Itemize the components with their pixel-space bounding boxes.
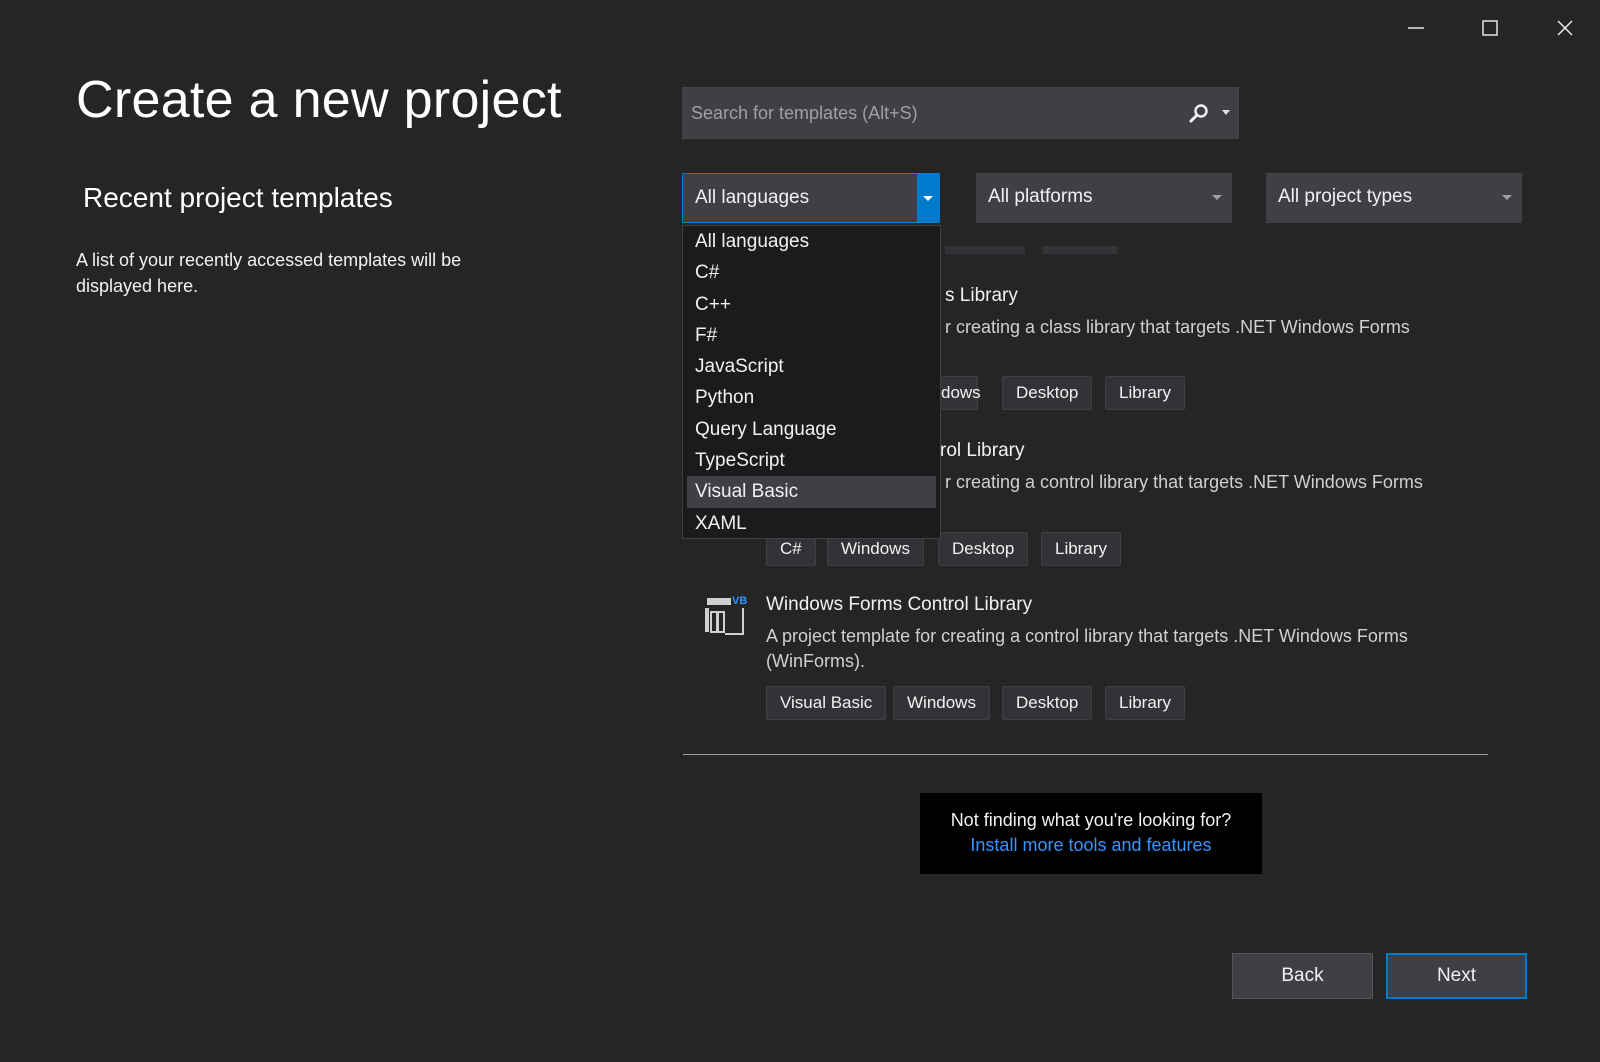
tag: Desktop: [1002, 376, 1093, 410]
windows-forms-vb-library-icon: VB: [705, 595, 747, 635]
tag: Windows: [893, 686, 990, 720]
recent-templates-description: A list of your recently accessed templat…: [76, 250, 462, 296]
close-button[interactable]: [1547, 14, 1583, 42]
back-button[interactable]: Back: [1232, 953, 1373, 999]
language-option[interactable]: C#: [687, 257, 936, 288]
template-description-cont: (WinForms).: [766, 651, 865, 671]
language-filter-select[interactable]: All languages: [682, 173, 940, 223]
template-description: r creating a class library that targets …: [945, 317, 1410, 337]
template-title[interactable]: s Library: [945, 285, 1018, 307]
tag: [1042, 246, 1118, 254]
template-title[interactable]: rol Library: [940, 440, 1024, 462]
tag: Visual Basic: [766, 686, 887, 720]
search-icon[interactable]: [1188, 102, 1210, 124]
language-filter-arrow[interactable]: [917, 174, 939, 222]
page-title: Create a new project: [76, 71, 562, 129]
language-option[interactable]: XAML: [687, 508, 936, 539]
template-title[interactable]: Windows Forms Control Library: [766, 594, 1032, 616]
tag: Desktop: [938, 532, 1029, 566]
template-description: A project template for creating a contro…: [766, 626, 1408, 646]
language-dropdown-list: All languages C# C++ F# JavaScript Pytho…: [682, 225, 941, 539]
not-finding-panel: Not finding what you're looking for? Ins…: [920, 793, 1262, 874]
project-type-filter-select[interactable]: All project types: [1266, 173, 1522, 223]
chevron-down-icon: [1212, 195, 1222, 200]
tag: Desktop: [1002, 686, 1093, 720]
language-option[interactable]: All languages: [687, 226, 936, 257]
template-search-input[interactable]: [683, 88, 1173, 138]
search-options-chevron-icon[interactable]: [1222, 110, 1230, 115]
not-finding-question: Not finding what you're looking for?: [950, 810, 1232, 830]
minimize-icon: [1408, 27, 1424, 29]
language-option[interactable]: F#: [687, 320, 936, 351]
tag: [945, 246, 1025, 254]
platform-filter-value: All platforms: [988, 186, 1093, 207]
maximize-icon: [1482, 20, 1498, 36]
platform-filter-select[interactable]: All platforms: [976, 173, 1232, 223]
template-search-box: [682, 87, 1239, 139]
next-button[interactable]: Next: [1386, 953, 1527, 999]
recent-templates-heading: Recent project templates: [83, 182, 393, 213]
tag: dows: [941, 376, 981, 410]
language-filter-value: All languages: [695, 187, 810, 208]
vb-badge: VB: [732, 595, 747, 607]
tag: Library: [1041, 532, 1121, 566]
close-icon: [1557, 20, 1573, 36]
project-type-filter-value: All project types: [1278, 186, 1413, 207]
divider: [683, 754, 1488, 755]
tag: Library: [1105, 686, 1185, 720]
language-option-highlighted[interactable]: Visual Basic: [687, 476, 936, 508]
chevron-down-icon: [1502, 195, 1512, 200]
language-option[interactable]: C++: [687, 289, 936, 320]
language-option[interactable]: Query Language: [687, 414, 936, 445]
minimize-button[interactable]: [1398, 14, 1434, 42]
template-description: r creating a control library that target…: [945, 472, 1423, 492]
tag: Library: [1105, 376, 1185, 410]
language-option[interactable]: TypeScript: [687, 445, 936, 476]
chevron-down-icon: [923, 196, 933, 201]
language-option[interactable]: Python: [687, 382, 936, 413]
maximize-button[interactable]: [1472, 14, 1508, 42]
install-more-tools-link[interactable]: Install more tools and features: [920, 833, 1262, 858]
language-option[interactable]: JavaScript: [687, 351, 936, 382]
